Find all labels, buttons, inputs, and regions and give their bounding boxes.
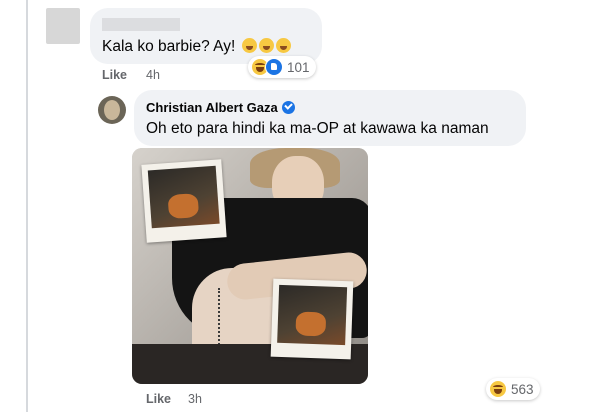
like-button[interactable]: Like <box>146 392 171 406</box>
author-name[interactable]: Christian Albert Gaza <box>146 100 295 115</box>
reply-text: Oh eto para hindi ka ma-OP at kawawa ka … <box>146 120 489 137</box>
avatar[interactable] <box>98 96 126 124</box>
like-button[interactable]: Like <box>102 68 127 82</box>
reaction-count: 101 <box>287 59 310 75</box>
polaroid-overlay <box>270 278 354 360</box>
comment-timestamp[interactable]: 4h <box>146 68 160 82</box>
polaroid-figure <box>295 311 327 337</box>
reply-bubble: Christian Albert Gaza Oh eto para hindi … <box>134 90 526 146</box>
reaction-count: 563 <box>511 381 534 397</box>
polaroid-image <box>277 284 348 346</box>
avatar[interactable] <box>46 8 80 44</box>
verified-badge-icon <box>281 101 295 114</box>
thread-connector-line <box>26 0 28 412</box>
laughing-emoji-icon <box>241 38 257 53</box>
redacted-author-name <box>102 18 180 31</box>
polaroid-image <box>147 165 220 229</box>
reaction-summary[interactable]: 563 <box>486 378 540 400</box>
reaction-summary[interactable]: 101 <box>248 56 316 78</box>
laughing-emoji-icon <box>258 38 274 53</box>
polaroid-figure <box>167 193 200 220</box>
haha-reaction-icon <box>489 380 507 398</box>
comment-text: Kala ko barbie? Ay! <box>102 38 291 56</box>
reply-photo[interactable] <box>132 148 368 384</box>
comment-timestamp[interactable]: 3h <box>188 392 202 406</box>
like-reaction-icon <box>265 58 283 76</box>
polaroid-overlay <box>141 159 227 243</box>
laughing-emoji-icon <box>275 38 291 53</box>
